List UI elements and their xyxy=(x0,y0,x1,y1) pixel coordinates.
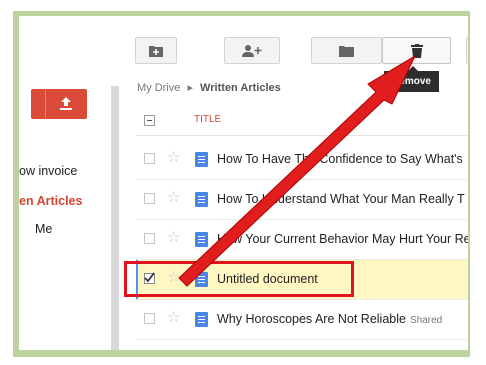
drive-screen: Remove ow invoice en Articles Me My Driv… xyxy=(19,16,468,350)
red-arrow-annotation xyxy=(178,54,417,287)
